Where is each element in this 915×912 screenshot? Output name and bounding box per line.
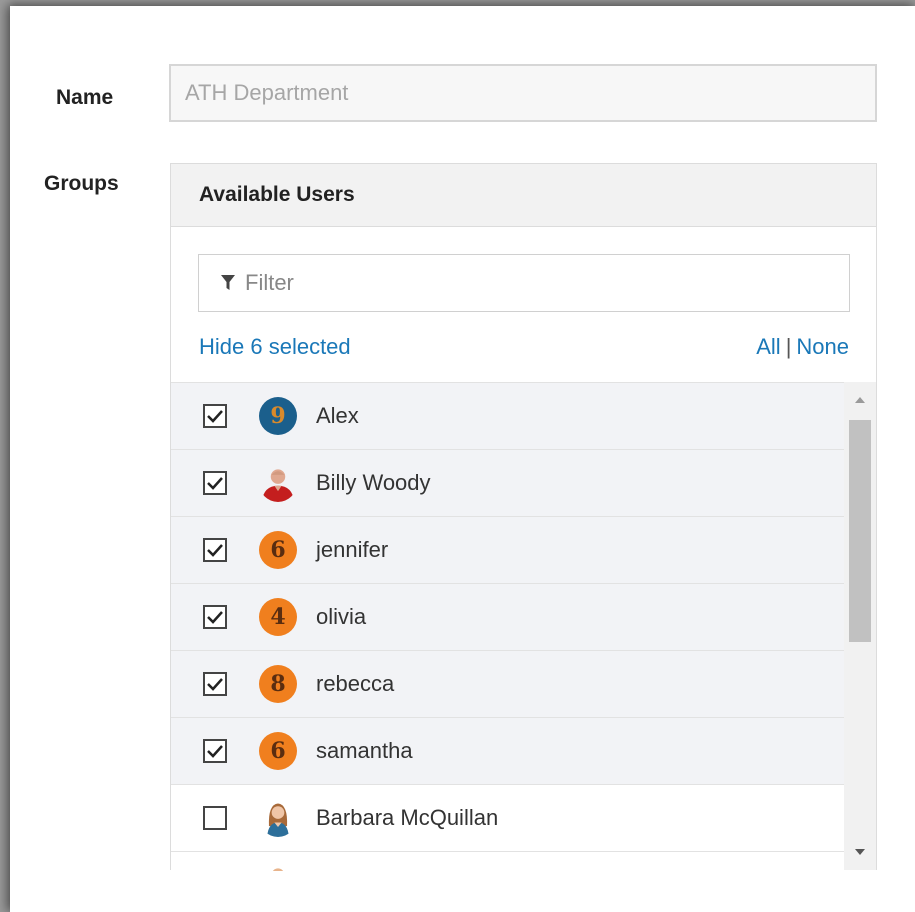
checkmark-icon (207, 611, 223, 624)
name-input-placeholder: ATH Department (185, 80, 349, 105)
list-item[interactable] (171, 852, 844, 871)
avatar: 8 (259, 665, 297, 703)
list-item[interactable]: 4 olivia (171, 584, 844, 651)
checkmark-icon (207, 410, 223, 423)
user-name: Billy Woody (316, 470, 431, 495)
name-input[interactable]: ATH Department (169, 64, 877, 122)
scroll-thumb[interactable] (849, 420, 871, 642)
user-name: jennifer (316, 537, 389, 562)
name-label: Name (56, 86, 114, 109)
separator: | (785, 334, 792, 359)
user-checkbox[interactable] (203, 605, 227, 629)
user-checkbox[interactable] (203, 806, 227, 830)
avatar: 6 (259, 732, 297, 770)
filter-input[interactable]: Filter (198, 254, 850, 312)
groups-label: Groups (44, 172, 119, 195)
user-checkbox[interactable] (203, 471, 227, 495)
photo-partial-icon (272, 868, 284, 871)
filter-placeholder: Filter (245, 270, 294, 295)
list-item[interactable]: Barbara McQuillan (171, 785, 844, 852)
scroll-down-arrow-icon[interactable] (855, 849, 865, 855)
photo-man-icon (261, 469, 295, 502)
user-name: rebecca (316, 671, 395, 696)
select-all-link[interactable]: All (756, 334, 780, 359)
avatar: 6 (259, 531, 297, 569)
user-list: 9 Alex Billy Woody 6 jennifer 4 olivia 8… (171, 382, 844, 871)
user-name: olivia (316, 604, 367, 629)
list-item[interactable]: Billy Woody (171, 450, 844, 517)
scroll-up-arrow-icon[interactable] (855, 397, 865, 403)
avatar: 9 (259, 397, 297, 435)
select-all-none: All | None (756, 334, 849, 360)
hide-selected-link[interactable]: Hide 6 selected (199, 334, 351, 360)
select-none-link[interactable]: None (796, 334, 849, 359)
user-checkbox[interactable] (203, 404, 227, 428)
list-item[interactable]: 8 rebecca (171, 651, 844, 718)
user-checkbox[interactable] (203, 739, 227, 763)
user-checkbox[interactable] (203, 672, 227, 696)
checkmark-icon (207, 678, 223, 691)
list-item[interactable]: 6 jennifer (171, 517, 844, 584)
checkmark-icon (207, 745, 223, 758)
checkmark-icon (207, 544, 223, 557)
avatar (259, 862, 297, 871)
avatar: 4 (259, 598, 297, 636)
dialog-frame: Name ATH Department Groups Available Use… (10, 6, 915, 912)
list-item[interactable]: 6 samantha (171, 718, 844, 785)
user-name: Barbara McQuillan (316, 805, 499, 830)
avatar (259, 464, 297, 502)
user-checkbox[interactable] (203, 538, 227, 562)
filter-icon (221, 275, 235, 290)
avatar (259, 799, 297, 837)
list-scrollbar[interactable] (844, 382, 876, 870)
photo-woman-icon (267, 803, 289, 837)
available-users-panel: Available Users Filter Hide 6 selected A… (170, 163, 877, 871)
user-name: samantha (316, 738, 413, 763)
checkmark-icon (207, 477, 223, 490)
panel-header: Available Users (171, 164, 876, 227)
list-item[interactable]: 9 Alex (171, 383, 844, 450)
user-name: Alex (316, 403, 359, 428)
